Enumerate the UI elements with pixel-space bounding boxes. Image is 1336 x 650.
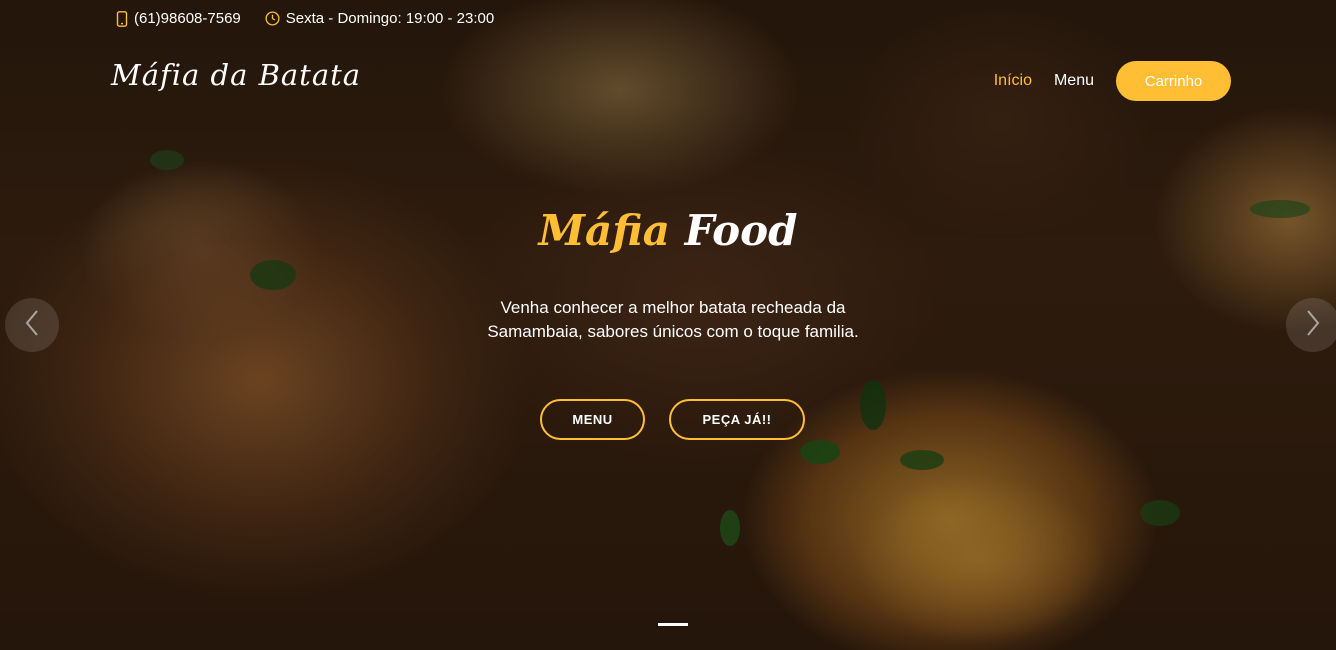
chevron-left-icon (24, 309, 40, 341)
carousel-indicator-active[interactable] (658, 623, 688, 626)
clock-icon (265, 11, 280, 26)
hours-info: Sexta - Domingo: 19:00 - 23:00 (265, 10, 494, 27)
nav-link-menu[interactable]: Menu (1054, 72, 1094, 90)
phone-number[interactable]: (61)98608-7569 (134, 10, 241, 27)
hero-title-part2: Food (684, 206, 798, 255)
hero-buttons: MENU PEÇA JÁ!! (540, 399, 805, 440)
hero-description: Venha conhecer a melhor batata recheada … (487, 298, 859, 341)
hero-title-part1: Máfia (538, 206, 670, 255)
hero-title: Máfia Food (0, 206, 1336, 255)
main-nav: Início Menu Carrinho (994, 61, 1231, 101)
cart-button[interactable]: Carrinho (1116, 61, 1231, 101)
carousel-next-button[interactable] (1286, 298, 1336, 352)
chevron-right-icon (1305, 309, 1321, 341)
order-now-button[interactable]: PEÇA JÁ!! (669, 399, 805, 440)
menu-button[interactable]: MENU (540, 399, 645, 440)
top-info-bar: (61)98608-7569 Sexta - Domingo: 19:00 - … (116, 10, 494, 27)
phone-icon (116, 10, 128, 27)
brand-logo[interactable]: Máfia da Batata (111, 58, 361, 92)
opening-hours: Sexta - Domingo: 19:00 - 23:00 (285, 10, 495, 27)
carousel-prev-button[interactable] (5, 298, 59, 352)
phone-info: (61)98608-7569 (116, 10, 241, 27)
nav-link-home[interactable]: Início (994, 72, 1032, 90)
